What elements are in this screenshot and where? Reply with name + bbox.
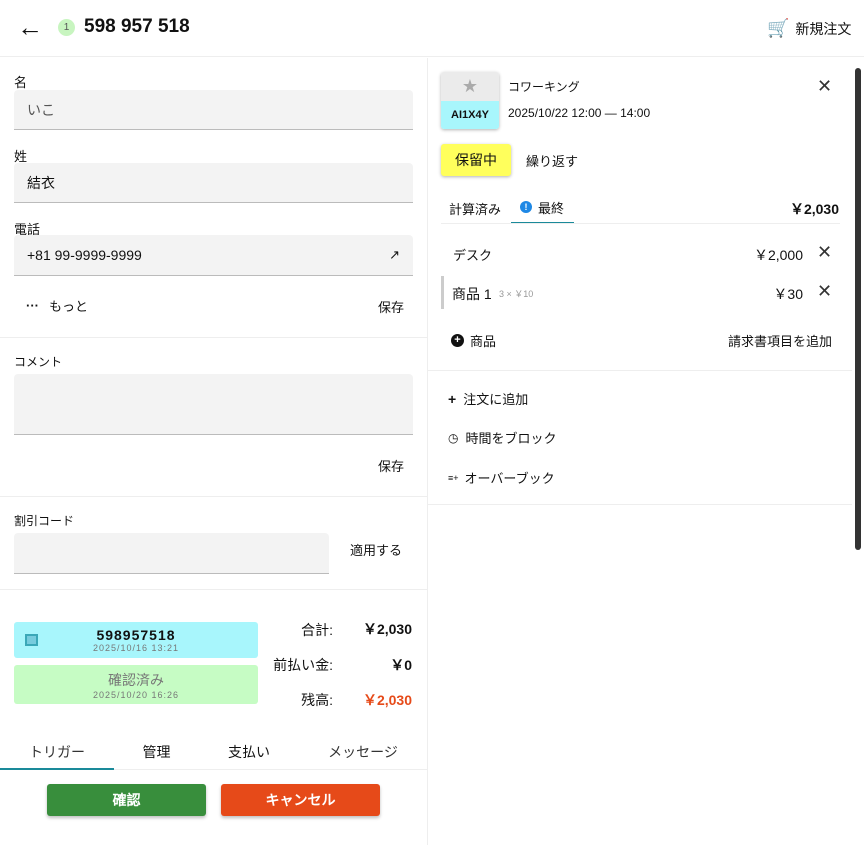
remove-item-icon[interactable]: ✕	[817, 242, 832, 263]
booking-code-card[interactable]: ★ AI1X4Y	[441, 72, 499, 129]
last-name-input[interactable]: 結衣	[14, 163, 413, 203]
invoice-icon	[25, 634, 38, 646]
menu-label: 注文に追加	[463, 392, 529, 407]
more-button[interactable]: ··· もっと	[26, 296, 88, 315]
comment-save-button[interactable]: 保存	[378, 456, 404, 475]
line-item-name: デスク	[453, 248, 493, 263]
clock-icon: ◷	[448, 430, 459, 445]
add-product-label: 商品	[470, 334, 497, 349]
playlist-add-icon: ≡+	[448, 472, 459, 483]
tab-calculated[interactable]: 計算済み	[449, 199, 501, 218]
new-order-button[interactable]: 🛒 新規注文	[767, 18, 851, 39]
info-icon: !	[520, 201, 532, 213]
close-icon[interactable]: ✕	[817, 76, 832, 97]
phone-input[interactable]: +81 99-9999-9999 ↗	[14, 235, 413, 276]
line-item-name: 商品 1	[452, 286, 492, 302]
tab-final[interactable]: ! 最終	[511, 192, 574, 224]
menu-add-to-order[interactable]: + 注文に追加	[448, 389, 528, 408]
more-icon: ···	[26, 298, 39, 313]
total-value: ￥2,030	[362, 621, 412, 637]
scrollbar-thumb[interactable]	[855, 68, 861, 550]
line-item-detail: 3 × ￥10	[499, 289, 534, 299]
apply-discount-button[interactable]: 適用する	[350, 540, 402, 559]
cart-icon: 🛒	[767, 18, 790, 38]
header: ← 1 598 957 518 🛒 新規注文	[0, 0, 864, 57]
save-button[interactable]: 保存	[378, 297, 404, 316]
comment-label: コメント	[14, 355, 63, 369]
line-item-price: ￥30	[773, 286, 803, 302]
plus-circle-icon: +	[451, 334, 464, 347]
price-total: ￥2,030	[789, 201, 839, 217]
remove-item-icon[interactable]: ✕	[817, 281, 832, 302]
add-invoice-item-button[interactable]: 請求書項目を追加	[728, 331, 832, 350]
repeat-button[interactable]: 繰り返す	[526, 151, 578, 170]
prepaid-label: 前払い金:	[273, 657, 333, 673]
back-arrow-icon[interactable]: ←	[17, 12, 43, 43]
comment-textarea[interactable]	[14, 374, 413, 435]
plus-icon: +	[448, 390, 457, 407]
confirmed-date: 2025/10/20 16:26	[92, 690, 180, 700]
tab-final-label: 最終	[538, 200, 565, 216]
tab-manage[interactable]: 管理	[114, 742, 199, 770]
menu-overbook[interactable]: ≡+ オーバーブック	[448, 468, 555, 487]
menu-label: オーバーブック	[464, 471, 555, 486]
balance-value: ￥2,030	[362, 692, 412, 708]
order-number: 598 957 518	[84, 16, 190, 37]
invoice-date: 2025/10/16 13:21	[92, 643, 180, 653]
count-badge: 1	[58, 19, 75, 36]
phone-value: +81 99-9999-9999	[27, 247, 142, 263]
panel-divider	[427, 58, 428, 845]
confirmed-status: 確認済み 2025/10/20 16:26	[14, 665, 258, 704]
resource-name: コワーキング	[508, 80, 580, 94]
status-badge[interactable]: 保留中	[441, 144, 511, 176]
new-order-label: 新規注文	[795, 20, 852, 37]
booking-code: AI1X4Y	[441, 101, 499, 129]
cancel-button[interactable]: キャンセル	[221, 784, 380, 816]
first-name-input[interactable]: いこ	[14, 90, 413, 130]
discount-label: 割引コード	[14, 514, 75, 528]
confirmed-label: 確認済み	[108, 672, 164, 688]
invoice-number: 598957518	[96, 627, 176, 643]
external-link-icon[interactable]: ↗	[389, 247, 400, 263]
star-icon: ★	[441, 72, 499, 101]
menu-label: 時間をブロック	[465, 431, 557, 446]
balance-label: 残高:	[301, 692, 333, 708]
confirm-button[interactable]: 確認	[47, 784, 206, 816]
discount-input[interactable]	[14, 533, 329, 574]
total-label: 合計:	[301, 622, 333, 638]
more-label: もっと	[49, 299, 89, 314]
tab-messages[interactable]: メッセージ	[299, 742, 427, 770]
first-name-label: 名	[14, 75, 28, 90]
booking-datetime: 2025/10/22 12:00 — 14:00	[508, 106, 651, 120]
prepaid-value: ￥0	[390, 657, 412, 673]
line-item-price: ￥2,000	[753, 247, 803, 263]
invoice-status[interactable]: 598957518 2025/10/16 13:21	[14, 622, 258, 658]
tab-payments[interactable]: 支払い	[199, 742, 299, 770]
tab-triggers[interactable]: トリガー	[0, 742, 114, 770]
menu-block-time[interactable]: ◷ 時間をブロック	[448, 428, 557, 447]
add-product-button[interactable]: + 商品	[451, 331, 496, 350]
